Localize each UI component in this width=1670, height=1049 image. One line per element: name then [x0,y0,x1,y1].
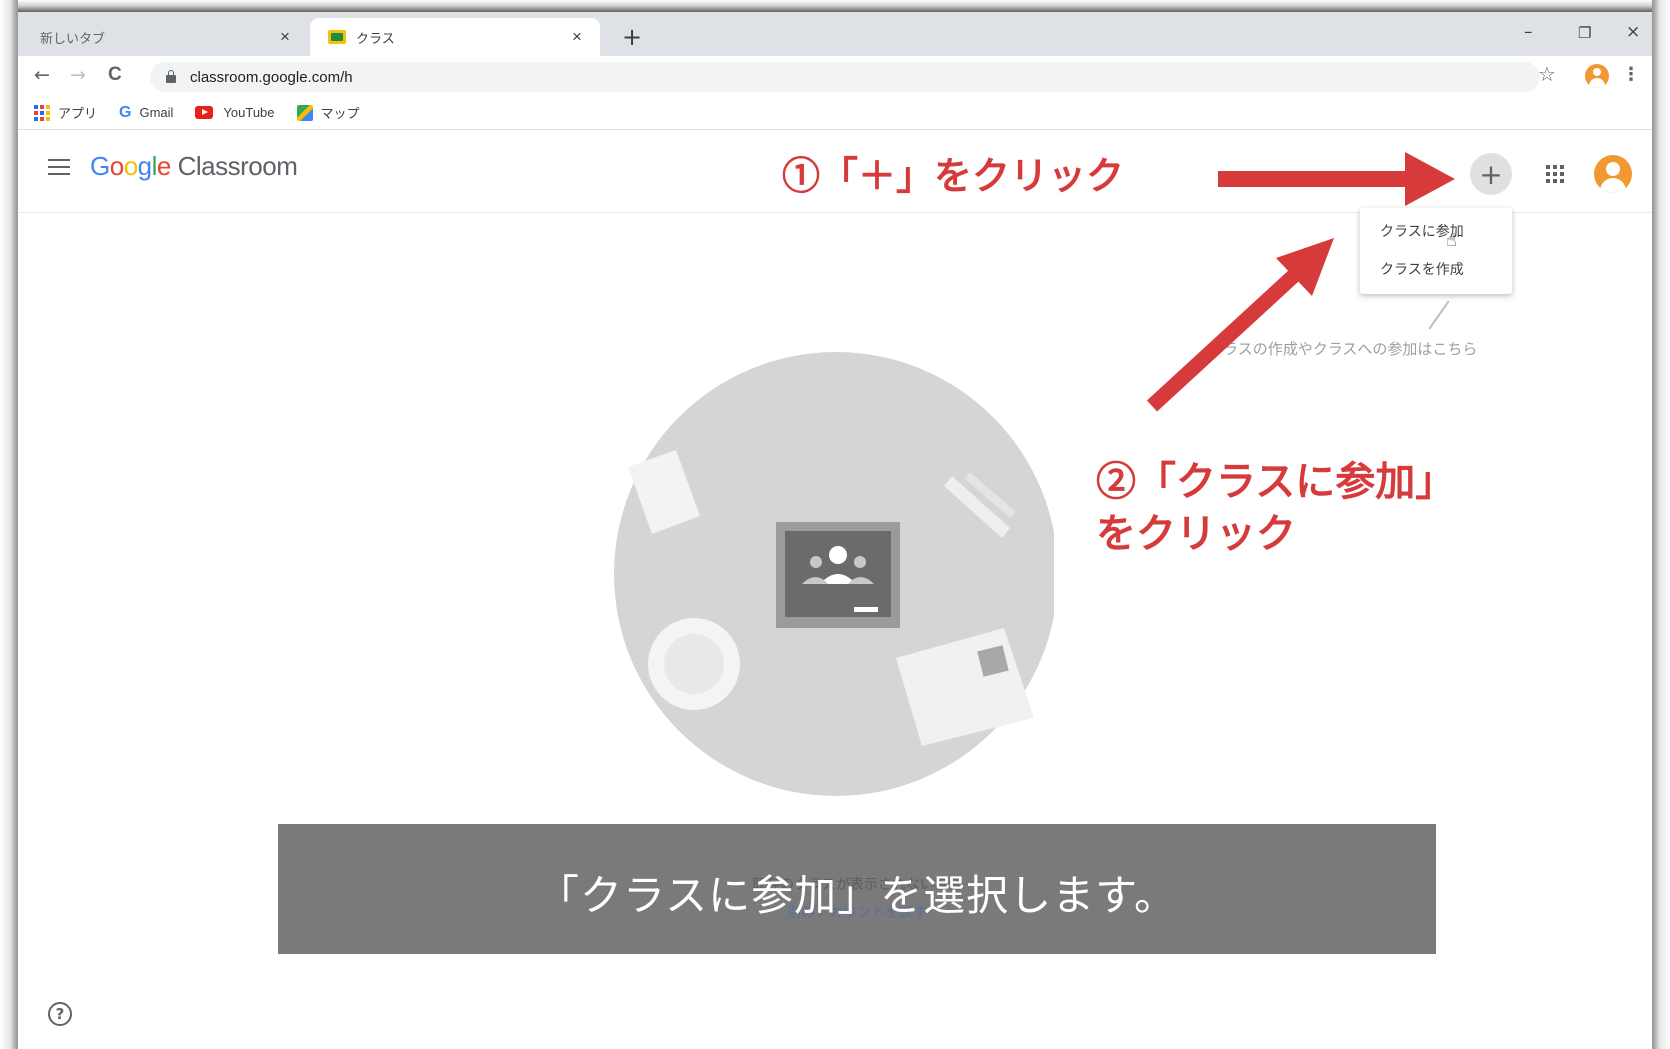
screenshot-frame: 新しいタブ × クラス × + – ❐ × ← → C classroom.go… [0,0,1670,1049]
annotation-step2-line1: ②「クラスに参加」 [1096,458,1456,505]
arrow-to-plus-button [1218,152,1455,206]
annotation-step2-line2: をクリック [1096,510,1296,557]
arrow-to-join-menu [1146,238,1334,412]
annotation-step1: ①「＋」をクリック [782,153,1125,198]
annotation-step2: ②「クラスに参加」 をクリック [1096,456,1496,560]
